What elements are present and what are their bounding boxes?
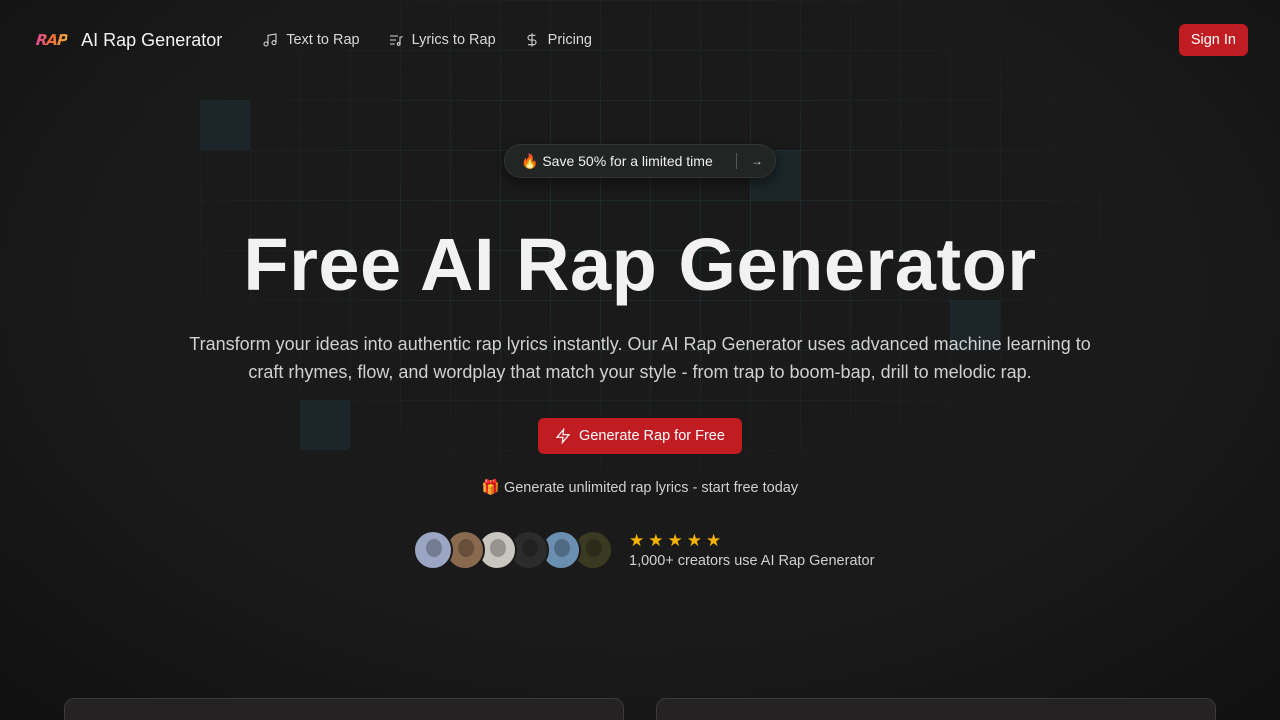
music-note-icon (263, 33, 277, 47)
dollar-icon (527, 33, 537, 47)
nav-item-lyrics-to-rap[interactable]: Lyrics to Rap (388, 32, 496, 48)
arrow-right-icon: → (751, 154, 763, 168)
creators-count: 1,000+ creators use AI Rap Generator (629, 552, 875, 569)
sign-in-button[interactable]: Sign In (1178, 24, 1248, 56)
list-music-icon (389, 35, 403, 46)
top-nav: RAP AI Rap Generator Text to Rap Lyrics … (0, 0, 1280, 80)
social-proof: ★ ★ ★ ★ ★ 1,000+ creators use AI Rap Generat… (413, 530, 874, 570)
star-icon: ★ (629, 530, 645, 550)
free-note: 🎁 Generate unlimited rap lyrics - start … (481, 480, 799, 496)
star-icon: ★ (667, 530, 683, 550)
nav-item-label: Text to Rap (286, 32, 360, 48)
cta-label: Generate Rap for Free (579, 428, 725, 444)
nav-item-text-to-rap[interactable]: Text to Rap (262, 32, 360, 48)
nav-links: Text to Rap Lyrics to Rap Pricing (262, 32, 592, 48)
feature-card (64, 698, 624, 720)
brand-name: AI Rap Generator (81, 29, 223, 50)
promo-text: 🔥 Save 50% for a limited time (521, 152, 713, 169)
star-icon: ★ (648, 530, 664, 550)
star-rating: ★ ★ ★ ★ ★ (629, 532, 874, 549)
nav-item-label: Pricing (547, 32, 592, 48)
feature-card (656, 698, 1216, 720)
generate-rap-button[interactable]: Generate Rap for Free (538, 418, 742, 454)
grid-highlight (200, 100, 250, 150)
avatar (413, 530, 453, 570)
brand-logo[interactable]: RAP AI Rap Generator (35, 29, 223, 51)
hero-title: Free AI Rap Generator (243, 223, 1037, 306)
star-icon: ★ (706, 530, 722, 550)
rap-logo-icon: RAP (35, 31, 69, 49)
promo-banner[interactable]: 🔥 Save 50% for a limited time → (504, 144, 776, 178)
grid-highlight (300, 400, 350, 450)
avatar-group (413, 530, 613, 570)
promo-divider (736, 153, 737, 169)
zap-icon (555, 428, 571, 444)
star-icon: ★ (686, 530, 702, 550)
rating-block: ★ ★ ★ ★ ★ 1,000+ creators use AI Rap Generat… (629, 532, 874, 569)
nav-item-label: Lyrics to Rap (411, 32, 496, 48)
hero-subtitle: Transform your ideas into authentic rap … (189, 334, 1091, 382)
nav-item-pricing[interactable]: Pricing (524, 32, 592, 48)
